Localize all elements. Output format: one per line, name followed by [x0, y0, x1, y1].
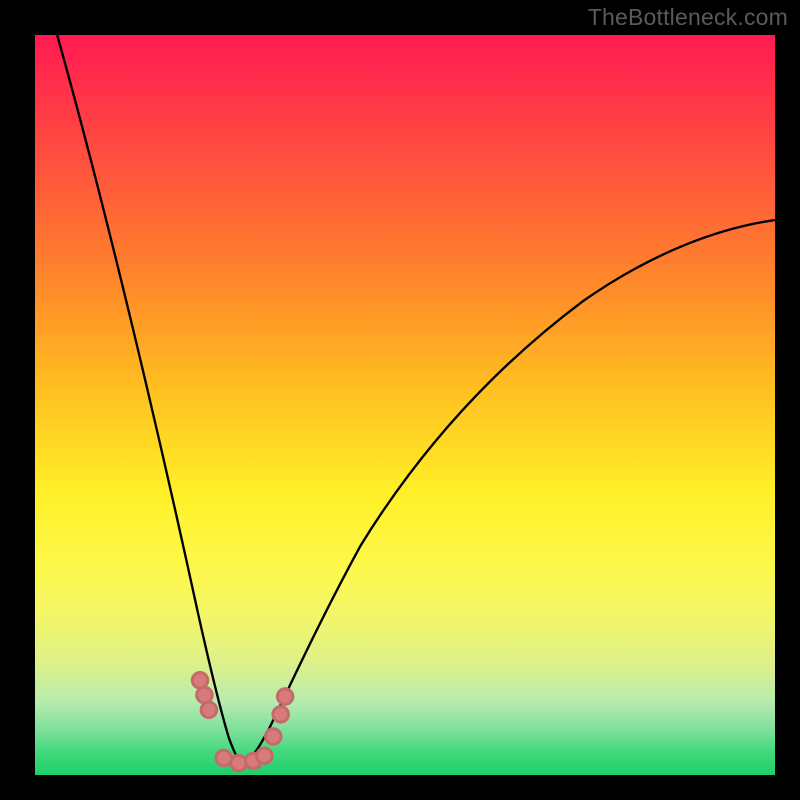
watermark-text: TheBottleneck.com [588, 4, 788, 31]
curve-right-branch [242, 220, 775, 764]
plot-area [35, 35, 775, 775]
chart-root: TheBottleneck.com [0, 0, 800, 800]
bottleneck-curve [35, 35, 775, 775]
curve-left-branch [57, 35, 242, 764]
trough-dots [192, 673, 293, 771]
